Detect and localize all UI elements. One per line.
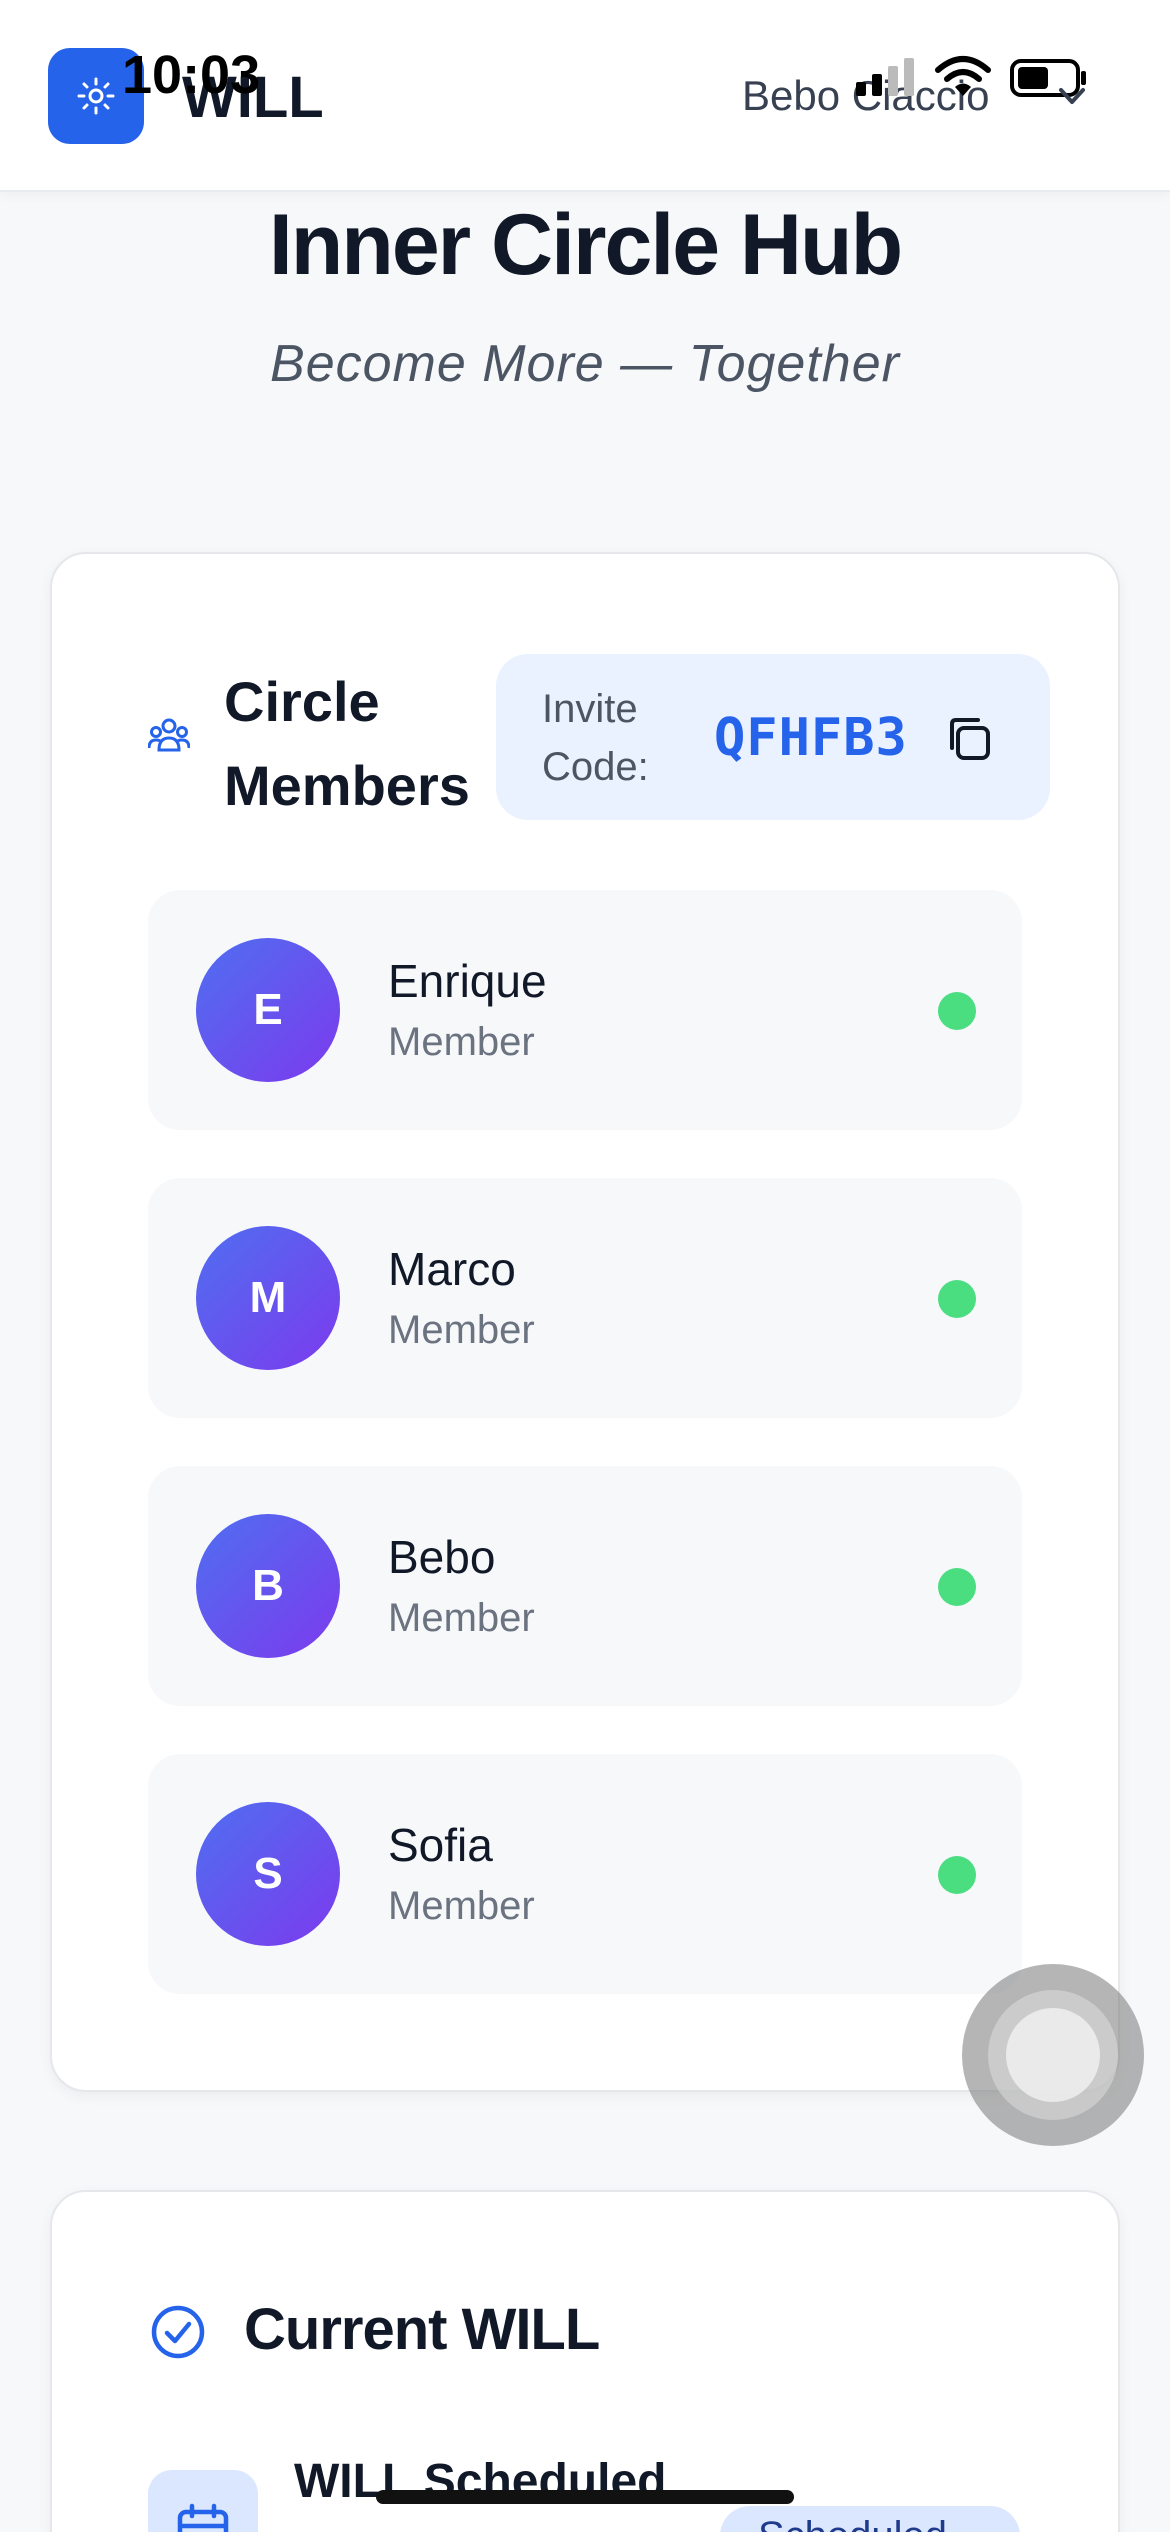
avatar: B bbox=[196, 1514, 340, 1658]
online-status-dot bbox=[938, 1280, 976, 1318]
status-badge: Scheduled bbox=[720, 2506, 1020, 2532]
online-status-dot bbox=[938, 1856, 976, 1894]
page-subtitle: Become More — Together bbox=[270, 335, 900, 393]
calendar-tile bbox=[148, 2470, 258, 2532]
member-row-sofia[interactable]: S Sofia Member bbox=[148, 1754, 1022, 1994]
member-name: Sofia bbox=[388, 1819, 493, 1871]
assistive-touch-core bbox=[1006, 2008, 1100, 2102]
chevron-down-icon[interactable] bbox=[1052, 76, 1092, 116]
calendar-icon bbox=[177, 2503, 229, 2532]
copy-icon[interactable] bbox=[944, 714, 994, 764]
check-circle-icon bbox=[151, 2305, 205, 2359]
avatar: M bbox=[196, 1226, 340, 1370]
member-name: Bebo bbox=[388, 1531, 496, 1583]
online-status-dot bbox=[938, 992, 976, 1030]
online-status-dot bbox=[938, 1568, 976, 1606]
member-row-marco[interactable]: M Marco Member bbox=[148, 1178, 1022, 1418]
sun-icon bbox=[77, 77, 115, 115]
invite-code-label: Invite Code: bbox=[542, 687, 649, 789]
member-name: Enrique bbox=[388, 955, 547, 1007]
member-role: Member bbox=[388, 1884, 535, 1928]
member-row-enrique[interactable]: E Enrique Member bbox=[148, 890, 1022, 1130]
assistive-touch-button[interactable] bbox=[962, 1964, 1144, 2146]
member-role: Member bbox=[388, 1596, 535, 1640]
wifi-icon bbox=[935, 56, 991, 96]
member-role: Member bbox=[388, 1308, 535, 1352]
avatar: S bbox=[196, 1802, 340, 1946]
circle-members-card: Circle Members Invite Code: QFHFB3 E Enr… bbox=[50, 552, 1120, 2092]
member-name: Marco bbox=[388, 1243, 516, 1295]
invite-code-value: QFHFB3 bbox=[714, 708, 908, 768]
members-heading: Circle Members bbox=[224, 670, 470, 817]
member-role: Member bbox=[388, 1020, 535, 1064]
users-icon bbox=[148, 718, 190, 752]
app-bar: WILL 10:03 Bebo Ciaccio bbox=[0, 0, 1170, 192]
current-will-heading: Current WILL bbox=[244, 2297, 600, 2362]
avatar: E bbox=[196, 938, 340, 1082]
status-time: 10:03 bbox=[122, 45, 261, 105]
page-title: Inner Circle Hub bbox=[268, 197, 903, 293]
cellular-signal-icon bbox=[856, 58, 914, 96]
home-indicator bbox=[376, 2490, 794, 2504]
current-will-card: Current WILL WILL Scheduled bbox=[50, 2190, 1120, 2532]
invite-code-box[interactable]: Invite Code: QFHFB3 bbox=[496, 654, 1050, 820]
member-row-bebo[interactable]: B Bebo Member bbox=[148, 1466, 1022, 1706]
